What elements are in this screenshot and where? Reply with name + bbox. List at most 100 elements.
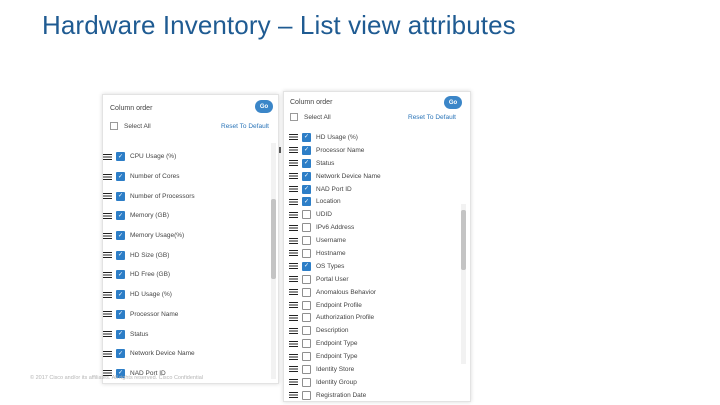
drag-handle-icon[interactable] bbox=[103, 153, 112, 160]
column-row[interactable]: ✓ Network Device Name bbox=[103, 344, 266, 364]
checkbox-icon[interactable] bbox=[302, 287, 311, 297]
checkbox-icon[interactable] bbox=[302, 377, 311, 387]
column-row[interactable]: Endpoint Type bbox=[289, 350, 458, 363]
drag-handle-icon[interactable] bbox=[289, 366, 298, 373]
checkbox-icon[interactable]: ✓ bbox=[116, 172, 125, 182]
checkbox-icon[interactable]: ✓ bbox=[116, 329, 125, 339]
checkbox-icon[interactable]: ✓ bbox=[116, 152, 125, 162]
drag-handle-icon[interactable] bbox=[103, 311, 112, 318]
drag-handle-icon[interactable] bbox=[103, 232, 112, 239]
column-row[interactable]: Hostname bbox=[289, 247, 458, 260]
go-button[interactable]: Go bbox=[444, 96, 462, 109]
column-row[interactable]: UDID bbox=[289, 208, 458, 221]
checkbox-icon[interactable]: ✓ bbox=[116, 270, 125, 280]
checkbox-icon[interactable]: ✓ bbox=[302, 145, 311, 155]
drag-handle-icon[interactable] bbox=[289, 314, 298, 321]
drag-handle-icon[interactable] bbox=[289, 340, 298, 347]
drag-handle-icon[interactable] bbox=[103, 291, 112, 298]
checkbox-icon[interactable] bbox=[302, 364, 311, 374]
checkbox-icon[interactable]: ✓ bbox=[302, 158, 311, 168]
drag-handle-icon[interactable] bbox=[289, 276, 298, 283]
drag-handle-icon[interactable] bbox=[289, 327, 298, 334]
checkbox-icon[interactable]: ✓ bbox=[302, 197, 311, 207]
select-all-checkbox[interactable] bbox=[290, 113, 298, 121]
scrollbar-thumb[interactable] bbox=[271, 199, 276, 279]
checkbox-icon[interactable]: ✓ bbox=[302, 171, 311, 181]
drag-handle-icon[interactable] bbox=[103, 173, 112, 180]
drag-handle-icon[interactable] bbox=[289, 237, 298, 244]
column-row[interactable]: ✓ Memory (GB) bbox=[103, 206, 266, 226]
drag-handle-icon[interactable] bbox=[103, 271, 112, 278]
checkbox-icon[interactable] bbox=[302, 236, 311, 246]
column-row[interactable]: Endpoint Profile bbox=[289, 299, 458, 312]
column-row[interactable]: ✓Location bbox=[289, 195, 458, 208]
drag-handle-icon[interactable] bbox=[289, 211, 298, 218]
column-row[interactable]: Identity Store bbox=[289, 363, 458, 376]
column-row[interactable]: ✓ Number of Cores bbox=[103, 167, 266, 187]
drag-handle-icon[interactable] bbox=[289, 353, 298, 360]
checkbox-icon[interactable] bbox=[302, 390, 311, 400]
select-all-checkbox-row[interactable]: Select All bbox=[290, 113, 331, 121]
column-row[interactable]: ✓ Status bbox=[103, 324, 266, 344]
column-row[interactable]: Registration Date bbox=[289, 389, 458, 401]
column-row[interactable]: ✓ HD Free (GB) bbox=[103, 265, 266, 285]
reset-to-default-link[interactable]: Reset To Default bbox=[408, 114, 456, 121]
column-row[interactable]: Authorization Profile bbox=[289, 311, 458, 324]
checkbox-icon[interactable] bbox=[302, 326, 311, 336]
checkbox-icon[interactable]: ✓ bbox=[302, 132, 311, 142]
drag-handle-icon[interactable] bbox=[289, 186, 298, 192]
checkbox-icon[interactable] bbox=[302, 210, 311, 220]
column-row[interactable]: ✓ Processor Name bbox=[289, 144, 458, 157]
column-row[interactable]: ✓Location bbox=[103, 383, 266, 384]
drag-handle-icon[interactable] bbox=[103, 212, 112, 219]
column-row[interactable]: ✓ HD Size (GB) bbox=[103, 245, 266, 265]
checkbox-icon[interactable] bbox=[302, 300, 311, 310]
drag-handle-icon[interactable] bbox=[289, 302, 298, 309]
drag-handle-icon[interactable] bbox=[103, 193, 112, 200]
column-row[interactable]: ✓ Memory Usage(%) bbox=[103, 226, 266, 246]
select-all-checkbox-row[interactable]: Select All bbox=[110, 122, 151, 130]
drag-handle-icon[interactable] bbox=[289, 392, 298, 399]
drag-handle-icon[interactable] bbox=[289, 263, 298, 270]
checkbox-icon[interactable]: ✓ bbox=[116, 349, 125, 359]
checkbox-icon[interactable]: ✓ bbox=[116, 309, 125, 319]
drag-handle-icon[interactable] bbox=[289, 147, 298, 154]
column-row[interactable]: Anomalous Behavior bbox=[289, 286, 458, 299]
checkbox-icon[interactable] bbox=[302, 248, 311, 258]
column-row[interactable]: Username bbox=[289, 234, 458, 247]
column-row[interactable]: ✓ CPU Usage (%) bbox=[103, 147, 266, 167]
column-row[interactable]: ✓ Processor Name bbox=[103, 305, 266, 325]
column-row[interactable]: ✓ NAD Port ID bbox=[289, 183, 458, 196]
drag-handle-icon[interactable] bbox=[289, 379, 298, 386]
drag-handle-icon[interactable] bbox=[289, 198, 298, 205]
drag-handle-icon[interactable] bbox=[289, 160, 298, 167]
column-row[interactable]: Endpoint Type bbox=[289, 337, 458, 350]
checkbox-icon[interactable]: ✓ bbox=[116, 191, 125, 201]
drag-handle-icon[interactable] bbox=[289, 250, 298, 257]
drag-handle-icon[interactable] bbox=[103, 331, 112, 338]
checkbox-icon[interactable] bbox=[302, 223, 311, 233]
checkbox-icon[interactable] bbox=[302, 352, 311, 362]
checkbox-icon[interactable]: ✓ bbox=[116, 250, 125, 260]
column-row[interactable]: Description bbox=[289, 324, 458, 337]
drag-handle-icon[interactable] bbox=[289, 134, 298, 141]
column-row[interactable]: IPv6 Address bbox=[289, 221, 458, 234]
checkbox-icon[interactable] bbox=[302, 313, 311, 323]
scrollbar[interactable] bbox=[271, 143, 276, 379]
select-all-checkbox[interactable] bbox=[110, 122, 118, 130]
column-row[interactable]: Portal User bbox=[289, 273, 458, 286]
column-row[interactable]: ✓ HD Usage (%) bbox=[289, 131, 458, 144]
scrollbar-thumb[interactable] bbox=[461, 210, 466, 270]
checkbox-icon[interactable]: ✓ bbox=[116, 211, 125, 221]
checkbox-icon[interactable]: ✓ bbox=[302, 184, 311, 194]
checkbox-icon[interactable]: ✓ bbox=[302, 261, 311, 271]
drag-handle-icon[interactable] bbox=[289, 289, 298, 296]
reset-to-default-link[interactable]: Reset To Default bbox=[221, 123, 269, 130]
go-button[interactable]: Go bbox=[255, 100, 273, 113]
drag-handle-icon[interactable] bbox=[289, 173, 298, 180]
column-row[interactable]: ✓ Status bbox=[289, 157, 458, 170]
column-row[interactable]: ✓ Network Device Name bbox=[289, 170, 458, 183]
checkbox-icon[interactable]: ✓ bbox=[116, 231, 125, 241]
checkbox-icon[interactable] bbox=[302, 339, 311, 349]
drag-handle-icon[interactable] bbox=[103, 252, 112, 259]
